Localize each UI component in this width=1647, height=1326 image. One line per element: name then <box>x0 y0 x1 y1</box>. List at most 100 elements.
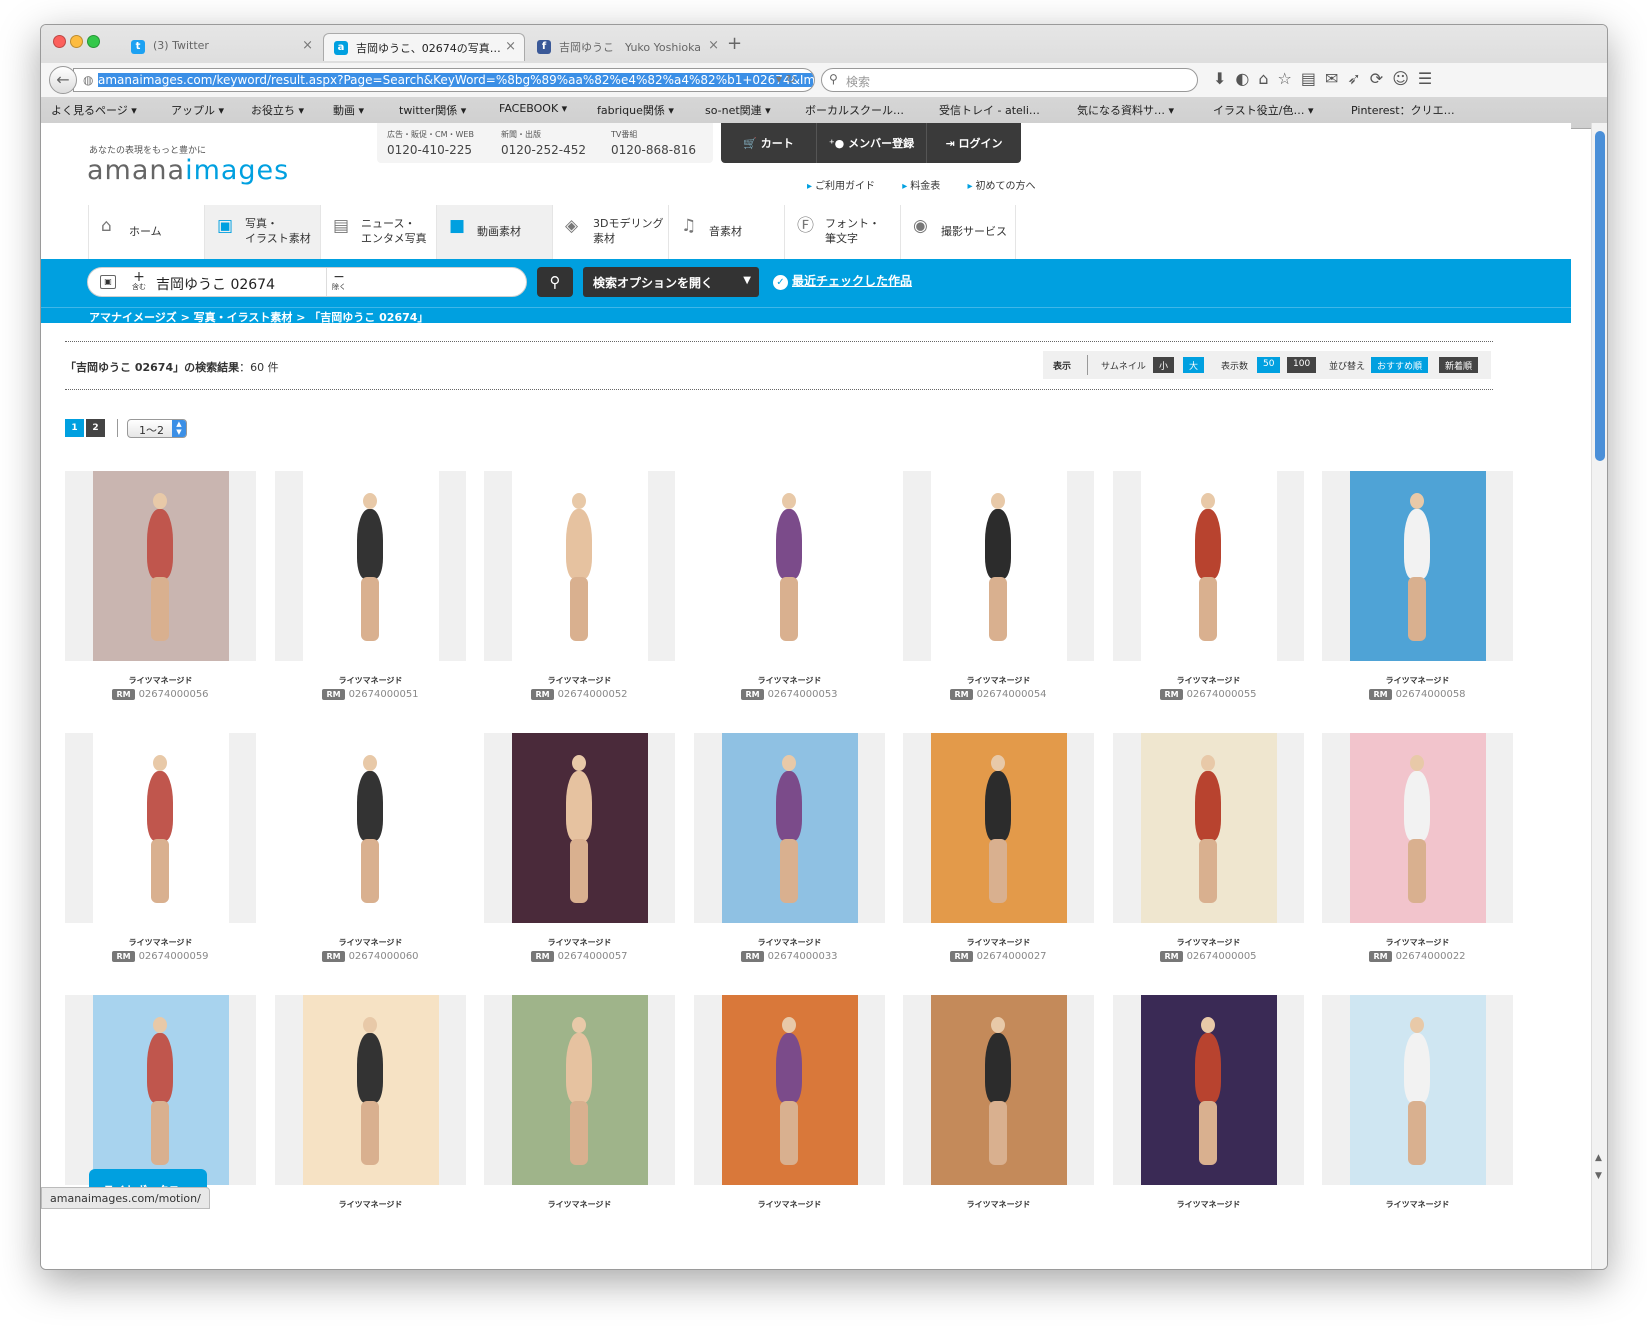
image-thumbnail[interactable] <box>694 471 885 661</box>
image-thumbnail[interactable] <box>903 471 1094 661</box>
pricing-link[interactable]: ▸ 料金表 <box>902 181 952 192</box>
nav-photo-illust[interactable]: ▣ 写真・ イラスト素材 <box>204 205 320 259</box>
tab-twitter[interactable]: t (3) Twitter × <box>121 33 321 61</box>
image-thumbnail[interactable] <box>484 471 675 661</box>
include-toggle[interactable]: + 含む <box>132 270 146 292</box>
image-thumbnail[interactable] <box>1113 733 1304 923</box>
nav-home[interactable]: ⌂ ホーム <box>88 205 204 259</box>
bookmark-item[interactable]: イラスト役立/色… ▾ <box>1213 102 1314 118</box>
image-thumbnail[interactable] <box>275 471 466 661</box>
minimize-window-button[interactable] <box>70 35 83 48</box>
figure-head <box>1410 493 1424 509</box>
toolbar-icons[interactable]: ⬇◐⌂☆▤✉➶⟳☺☰ <box>1213 69 1441 88</box>
page-range-select[interactable]: 1〜2 ▲ ▼ <box>127 419 187 438</box>
image-thumbnail[interactable] <box>1113 471 1304 661</box>
result-title: 「吉岡ゆうこ 02674」の検索結果 <box>65 361 240 374</box>
image-thumbnail[interactable] <box>484 733 675 923</box>
sort-recommended-button[interactable]: おすすめ順 <box>1371 357 1429 373</box>
cart-label: カート <box>760 137 794 150</box>
back-button[interactable]: ← <box>49 66 77 94</box>
bookmark-item[interactable]: fabrique関係 ▾ <box>597 102 674 118</box>
image-thumbnail[interactable] <box>694 733 885 923</box>
register-button[interactable]: ⁺● メンバー登録 <box>817 123 927 163</box>
scroll-up-icon[interactable]: ▲ <box>1595 1153 1602 1163</box>
bookmark-item[interactable]: twitter関係 ▾ <box>399 102 466 118</box>
site-logo[interactable]: amanaimages <box>87 155 289 186</box>
image-search-icon[interactable]: ▣ <box>100 275 116 289</box>
divider <box>326 268 327 296</box>
url-field[interactable]: amanaimages.com/keyword/result.aspx?Page… <box>73 68 815 92</box>
page-1-button[interactable]: 1 <box>65 419 84 437</box>
bookmark-item[interactable]: ボーカルスクール… <box>805 102 904 118</box>
image-thumbnail[interactable] <box>275 995 466 1185</box>
nav-sound[interactable]: ♫ 音素材 <box>668 205 784 259</box>
search-keyword[interactable]: 吉岡ゆうこ 02674 <box>156 274 275 294</box>
bookmark-item[interactable]: 動画 ▾ <box>333 102 364 118</box>
search-options-dropdown[interactable]: 検索オプションを開く ▼ <box>583 267 759 297</box>
figure-body <box>147 1033 173 1103</box>
search-bar: ▣ + 含む 吉岡ゆうこ 02674 − 除く ⚲ 検索オプションを開く ▼ ✓ 最近チ… <box>41 259 1571 307</box>
thumbnail-small-button[interactable]: 小 <box>1153 357 1175 373</box>
image-thumbnail[interactable] <box>65 995 256 1185</box>
image-credit: ライツマネージド <box>1176 1200 1241 1209</box>
scrollbar-thumb[interactable] <box>1595 131 1605 461</box>
scroll-down-icon[interactable]: ▼ <box>1595 1171 1602 1181</box>
image-id-row: RM 02674000055 <box>1113 689 1304 700</box>
tab-facebook[interactable]: f 吉岡ゆうこ Yuko Yoshioka × <box>527 33 727 61</box>
page-2-button[interactable]: 2 <box>86 419 105 437</box>
image-thumbnail[interactable] <box>1113 995 1304 1185</box>
figure-head <box>572 1017 586 1033</box>
image-id: 02674000022 <box>1395 951 1466 962</box>
nav-label: ホーム <box>129 225 162 238</box>
bookmark-item[interactable]: 受信トレイ - ateli… <box>939 102 1040 118</box>
exclude-toggle[interactable]: − 除く <box>332 270 346 292</box>
reload-icon[interactable]: ▾ ↻ <box>776 72 796 86</box>
browser-search-field[interactable]: ⚲ 検索 <box>821 68 1198 92</box>
image-thumbnail[interactable] <box>694 995 885 1185</box>
tab-amana[interactable]: a 吉岡ゆうこ、02674の写真… × <box>323 33 525 61</box>
vertical-scrollbar[interactable]: ▲ ▼ <box>1591 123 1607 1269</box>
recent-items-link[interactable]: ✓ 最近チェックした作品 <box>773 272 912 290</box>
close-window-button[interactable] <box>53 35 66 48</box>
figure-body <box>985 771 1011 841</box>
image-id-row: RM 02674000054 <box>903 689 1094 700</box>
image-thumbnail[interactable] <box>1322 995 1513 1185</box>
guide-link[interactable]: ▸ ご利用ガイド <box>807 181 887 192</box>
cart-button[interactable]: 🛒 カート <box>721 123 817 163</box>
login-button[interactable]: ⇥ ログイン <box>927 123 1021 163</box>
beginners-link[interactable]: ▸ 初めての方へ <box>967 181 1047 192</box>
nav-font[interactable]: Ⓕ フォント・ 筆文字 <box>784 205 900 259</box>
new-tab-button[interactable]: + <box>727 33 742 54</box>
close-icon[interactable]: × <box>708 38 719 53</box>
nav-video[interactable]: ■ 動画素材 <box>436 205 552 259</box>
breadcrumb[interactable]: アマナイメージズ > 写真・イラスト素材 > 「吉岡ゆうこ 02674」 <box>41 307 1571 324</box>
thumbnail-large-button[interactable]: 大 <box>1183 357 1205 373</box>
nav-label-line2: 筆文字 <box>825 232 858 245</box>
zoom-window-button[interactable] <box>87 35 100 48</box>
per-page-100-button[interactable]: 100 <box>1287 357 1317 373</box>
close-icon[interactable]: × <box>302 38 313 53</box>
bookmark-item[interactable]: 気になる資料サ… ▾ <box>1077 102 1174 118</box>
image-thumbnail[interactable] <box>903 995 1094 1185</box>
search-button[interactable]: ⚲ <box>537 267 573 297</box>
image-thumbnail[interactable] <box>1322 471 1513 661</box>
image-thumbnail[interactable] <box>65 471 256 661</box>
bookmark-item[interactable]: Pinterest：クリエ… <box>1351 102 1455 118</box>
close-icon[interactable]: × <box>505 39 516 54</box>
per-page-50-button[interactable]: 50 <box>1257 357 1281 373</box>
bookmark-item[interactable]: お役立ち ▾ <box>251 102 304 118</box>
image-thumbnail[interactable] <box>903 733 1094 923</box>
sort-new-button[interactable]: 新着順 <box>1439 357 1479 373</box>
image-thumbnail[interactable] <box>1322 733 1513 923</box>
keyword-search-field[interactable]: ▣ + 含む 吉岡ゆうこ 02674 − 除く <box>87 267 527 297</box>
image-thumbnail[interactable] <box>484 995 675 1185</box>
bookmark-item[interactable]: アップル ▾ <box>171 102 224 118</box>
bookmark-item[interactable]: FACEBOOK ▾ <box>499 102 567 115</box>
image-thumbnail[interactable] <box>65 733 256 923</box>
bookmark-item[interactable]: so-net関連 ▾ <box>705 102 771 118</box>
bookmark-item[interactable]: よく見るページ ▾ <box>51 102 137 118</box>
image-thumbnail[interactable] <box>275 733 466 923</box>
nav-3d[interactable]: ◈ 3Dモデリング 素材 <box>552 205 668 259</box>
nav-news[interactable]: ▤ ニュース・ エンタメ写真 <box>320 205 436 259</box>
nav-photo-service[interactable]: ◉ 撮影サービス <box>900 205 1016 259</box>
